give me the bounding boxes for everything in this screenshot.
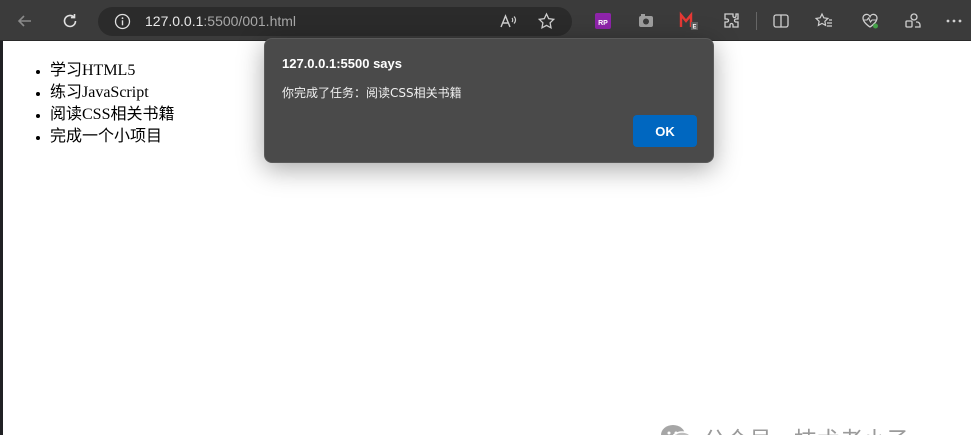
more-menu-button[interactable]	[941, 8, 967, 34]
browser-toolbar: 127.0.0.1:5500/001.html RP E	[0, 0, 971, 41]
wechat-icon	[661, 425, 692, 435]
url-host: 127.0.0.1	[145, 13, 204, 29]
watermark-text: 公众号 · 技术老小子	[703, 421, 909, 435]
read-aloud-icon[interactable]	[498, 12, 517, 31]
svg-text:E: E	[692, 25, 696, 31]
extension-m-button[interactable]: E	[676, 8, 702, 34]
ok-button[interactable]: OK	[633, 115, 697, 147]
dialog-title: 127.0.0.1:5500 says	[282, 56, 402, 71]
alert-dialog: 127.0.0.1:5500 says 你完成了任务：阅读CSS相关书籍 OK	[264, 38, 714, 163]
url-text[interactable]: 127.0.0.1:5500/001.html	[145, 13, 296, 29]
favorites-icon	[814, 12, 832, 27]
info-icon[interactable]	[114, 13, 131, 30]
refresh-button[interactable]	[57, 8, 83, 34]
list-item: 完成一个小项目	[50, 126, 174, 148]
refresh-icon	[63, 14, 77, 28]
todo-list: 学习HTML5 练习JavaScript 阅读CSS相关书籍 完成一个小项目	[50, 60, 174, 148]
split-screen-icon	[773, 14, 789, 28]
profile-button[interactable]	[900, 8, 926, 34]
list-item: 练习JavaScript	[50, 82, 174, 104]
rp-extension-icon: RP	[595, 13, 611, 29]
browser-essentials-button[interactable]	[857, 8, 883, 34]
heart-pulse-icon	[862, 13, 878, 29]
address-bar[interactable]: 127.0.0.1:5500/001.html	[98, 7, 572, 36]
svg-text:RP: RP	[598, 20, 608, 27]
toolbar-separator	[756, 12, 757, 30]
arrow-left-icon	[17, 15, 31, 27]
back-button[interactable]	[12, 8, 38, 34]
dialog-message: 你完成了任务：阅读CSS相关书籍	[282, 86, 462, 100]
list-item: 学习HTML5	[50, 60, 174, 82]
extension-rp-button[interactable]: RP	[590, 8, 616, 34]
extension-screenshot-button[interactable]	[633, 8, 659, 34]
extensions-button[interactable]	[719, 8, 745, 34]
watermark: 公众号 · 技术老小子	[659, 421, 909, 435]
split-screen-button[interactable]	[768, 8, 794, 34]
url-path: :5500/001.html	[203, 13, 297, 29]
m-extension-icon: E	[679, 11, 698, 31]
puzzle-icon	[724, 13, 739, 28]
more-dots-icon	[946, 19, 962, 23]
list-item: 阅读CSS相关书籍	[50, 104, 174, 126]
favorites-button[interactable]	[811, 8, 837, 34]
camera-extension-icon	[639, 14, 653, 27]
star-icon[interactable]	[537, 12, 556, 31]
people-icon	[905, 13, 921, 28]
